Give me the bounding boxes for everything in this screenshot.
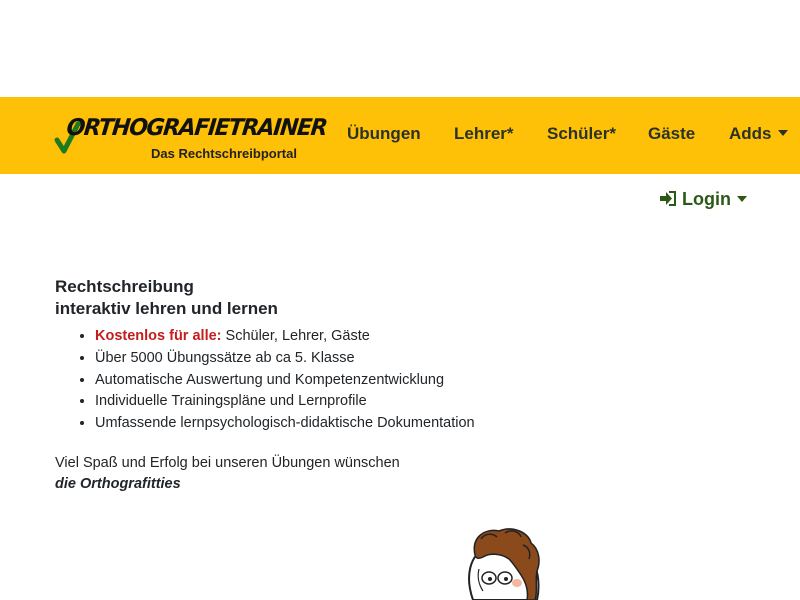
brand-subtitle: Das Rechtschreibportal [151, 146, 297, 161]
list-item: Umfassende lernpsychologisch-didaktische… [95, 413, 475, 435]
list-item: Automatische Auswertung und Kompetenzent… [95, 370, 475, 392]
brand-title: ORTHOGRAFIETRAINER [65, 115, 328, 141]
greeting-text: Viel Spaß und Erfolg bei unseren Übungen… [55, 453, 400, 495]
nav-item-lehrer[interactable]: Lehrer* [454, 124, 514, 144]
login-label: Login [682, 189, 731, 209]
brand-logo[interactable]: ORTHOGRAFIETRAINER Das Rechtschreibporta… [54, 109, 328, 164]
chevron-down-icon [736, 195, 747, 202]
signature: die Orthografitties [55, 476, 181, 492]
list-item: Kostenlos für alle: Schüler, Lehrer, Gäs… [95, 326, 475, 348]
login-dropdown[interactable]: Login [660, 189, 747, 210]
nav-item-uebungen[interactable]: Übungen [347, 124, 421, 144]
cartoon-character-illustration [468, 528, 540, 600]
nav-item-adds[interactable]: Adds [729, 124, 788, 144]
nav-item-schueler[interactable]: Schüler* [547, 124, 616, 144]
nav-item-gaeste[interactable]: Gäste [648, 124, 695, 144]
chevron-down-icon [777, 130, 788, 137]
list-item: Individuelle Trainingspläne und Lernprof… [95, 391, 475, 413]
sign-in-icon [660, 191, 676, 207]
top-navbar: ORTHOGRAFIETRAINER Das Rechtschreibporta… [0, 97, 800, 174]
intro-heading: Rechtschreibung interaktiv lehren und le… [55, 277, 278, 318]
list-item: Über 5000 Übungssätze ab ca 5. Klasse [95, 348, 475, 370]
feature-list: Kostenlos für alle: Schüler, Lehrer, Gäs… [55, 326, 475, 435]
